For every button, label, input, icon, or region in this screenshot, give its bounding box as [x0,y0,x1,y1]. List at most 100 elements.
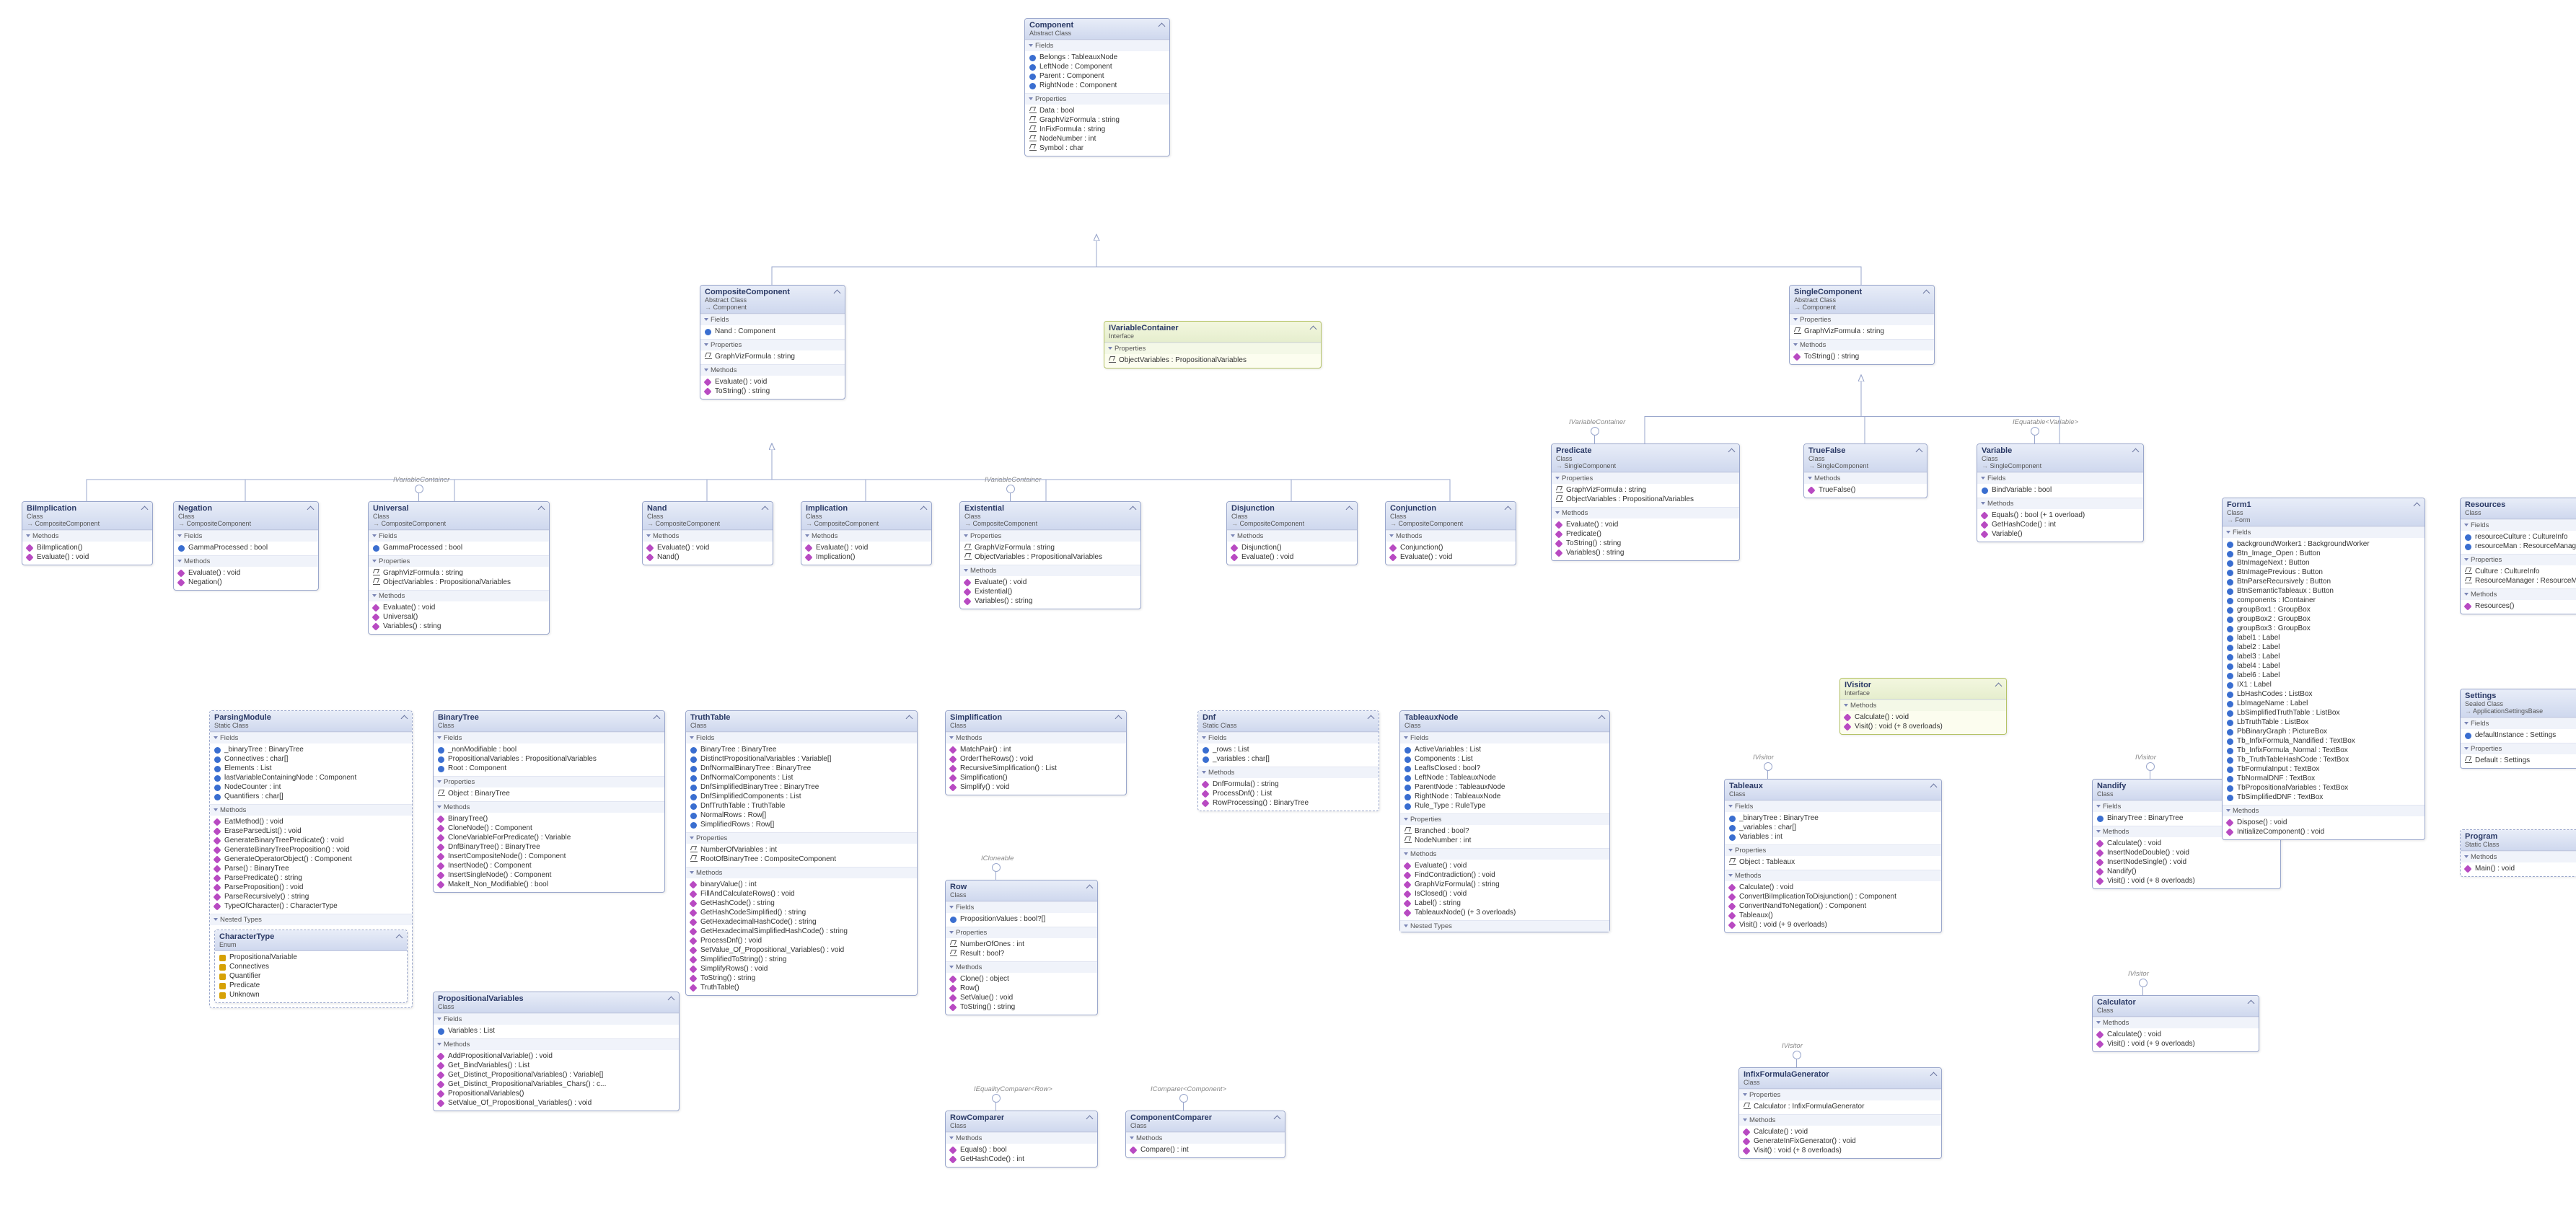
section-header[interactable]: Fields [174,531,318,542]
section-header[interactable]: Fields [210,733,412,743]
section-header[interactable]: Methods [1126,1133,1285,1144]
section-header[interactable]: Methods [210,805,412,816]
section-header[interactable]: Methods [2461,852,2576,862]
section-header[interactable]: Methods [1725,870,1941,881]
section-header[interactable]: Properties [946,927,1097,938]
chevron-up-icon[interactable] [920,505,927,512]
chevron-up-icon[interactable] [1598,714,1605,721]
chevron-up-icon[interactable] [761,505,768,512]
chevron-up-icon[interactable] [1915,447,1922,454]
section-header[interactable]: Methods [643,531,773,542]
section-header[interactable]: Fields [1198,733,1379,743]
chevron-up-icon[interactable] [1115,714,1122,721]
section-header[interactable]: Properties [1790,314,1934,325]
section-header[interactable]: Fields [2461,718,2576,729]
chevron-up-icon[interactable] [1158,22,1165,29]
chevron-up-icon[interactable] [1367,714,1374,721]
chevron-up-icon[interactable] [1129,505,1136,512]
class-box-settings[interactable]: Settings Sealed Class ApplicationSetting… [2460,689,2576,769]
section-header[interactable]: Methods [1739,1115,1941,1126]
section-header[interactable]: Fields [434,1014,679,1025]
chevron-up-icon[interactable] [2132,447,2139,454]
section-header[interactable]: Methods [369,591,549,601]
section-header[interactable]: Methods [1804,473,1927,484]
chevron-up-icon[interactable] [1086,883,1093,891]
class-box-dnf[interactable]: Dnf Static Class Fields_rows : List_vari… [1197,710,1379,811]
class-box-component[interactable]: Component Abstract Class FieldsBelongs :… [1024,18,1170,156]
section-header[interactable]: Methods [801,531,931,542]
class-box-universal[interactable]: Universal Class CompositeComponent Field… [368,501,550,635]
chevron-up-icon[interactable] [833,288,840,296]
class-box-propositionalvariables[interactable]: PropositionalVariables Class FieldsVaria… [433,992,680,1111]
section-header[interactable]: Methods [1400,849,1609,860]
section-header[interactable]: Properties [1104,343,1321,354]
section-header[interactable]: Nested Types [210,914,412,925]
chevron-up-icon[interactable] [1922,288,1930,296]
class-box-calculator[interactable]: Calculator Class MethodsCalculate() : vo… [2092,995,2259,1052]
chevron-up-icon[interactable] [141,505,148,512]
class-box-row[interactable]: Row Class FieldsPropositionValues : bool… [945,880,1098,1015]
class-box-existential[interactable]: Existential Class CompositeComponent Pro… [959,501,1141,609]
class-box-program[interactable]: Program Static Class MethodsMain() : voi… [2460,829,2576,877]
section-header[interactable]: Fields [700,314,845,325]
section-header[interactable]: Fields [2461,520,2576,531]
section-header[interactable]: Methods [946,962,1097,973]
section-header[interactable]: Properties [700,340,845,350]
class-box-negation[interactable]: Negation Class CompositeComponent Fields… [173,501,319,591]
section-header[interactable]: Properties [1025,94,1169,105]
class-box-biimplication[interactable]: BiImplication Class CompositeComponent M… [22,501,153,565]
section-header[interactable]: Properties [1400,814,1609,825]
chevron-up-icon[interactable] [667,995,674,1002]
section-header[interactable]: Methods [686,868,917,878]
section-header[interactable]: Fields [1725,801,1941,812]
section-header[interactable]: Fields [946,902,1097,913]
section-header[interactable]: Methods [2223,805,2425,816]
section-header[interactable]: Fields [1977,473,2143,484]
chevron-up-icon[interactable] [537,505,545,512]
section-header[interactable]: Methods [1977,498,2143,509]
chevron-up-icon[interactable] [395,933,403,940]
section-header[interactable]: Fields [1400,733,1609,743]
chevron-up-icon[interactable] [1930,1071,1937,1078]
section-header[interactable]: Methods [1552,508,1739,518]
section-header[interactable]: Properties [434,777,664,787]
section-header[interactable]: Methods [946,1133,1097,1144]
chevron-up-icon[interactable] [1309,325,1316,332]
section-header[interactable]: Methods [1386,531,1516,542]
section-header[interactable]: Properties [1552,473,1739,484]
section-header[interactable]: Methods [700,365,845,376]
section-header[interactable]: Methods [434,802,664,813]
section-header[interactable]: Methods [22,531,152,542]
chevron-up-icon[interactable] [1273,1114,1280,1121]
class-box-variable[interactable]: Variable Class SingleComponent FieldsBin… [1977,443,2144,542]
class-box-disjunction[interactable]: Disjunction Class CompositeComponent Met… [1226,501,1358,565]
class-box-compositecomponent[interactable]: CompositeComponent Abstract Class Compon… [700,285,845,400]
section-header[interactable]: Methods [2093,1018,2259,1028]
section-header[interactable]: Methods [2461,589,2576,600]
class-box-simplification[interactable]: Simplification Class MethodsMatchPair() … [945,710,1127,795]
section-header[interactable]: Methods [1790,340,1934,350]
class-box-parsingmodule[interactable]: ParsingModule Static Class Fields_binary… [209,710,413,1008]
chevron-up-icon[interactable] [307,505,314,512]
class-box-implication[interactable]: Implication Class CompositeComponent Met… [801,501,932,565]
class-box-componentcomparer[interactable]: ComponentComparer Class MethodsCompare()… [1125,1111,1285,1158]
section-header[interactable]: Fields [434,733,664,743]
section-header[interactable]: Properties [686,833,917,844]
chevron-up-icon[interactable] [1345,505,1353,512]
chevron-up-icon[interactable] [2247,999,2254,1006]
chevron-up-icon[interactable] [1728,447,1735,454]
chevron-up-icon[interactable] [1995,681,2002,689]
class-box-ivariablecontainer[interactable]: IVariableContainer Interface PropertiesO… [1104,321,1322,368]
section-header[interactable]: Fields [1025,40,1169,51]
section-header[interactable]: Properties [369,556,549,567]
chevron-up-icon[interactable] [653,714,660,721]
class-box-ivisitor[interactable]: IVisitor Interface MethodsCalculate() : … [1839,678,2007,735]
section-header[interactable]: Methods [1198,767,1379,778]
chevron-up-icon[interactable] [1086,1114,1093,1121]
class-box-resources[interactable]: Resources Class FieldsresourceCulture : … [2460,498,2576,614]
section-header[interactable]: Properties [1739,1090,1941,1100]
chevron-up-icon[interactable] [400,714,408,721]
section-header[interactable]: Methods [946,733,1126,743]
section-header[interactable]: Fields [2223,527,2425,538]
section-header[interactable]: Fields [369,531,549,542]
